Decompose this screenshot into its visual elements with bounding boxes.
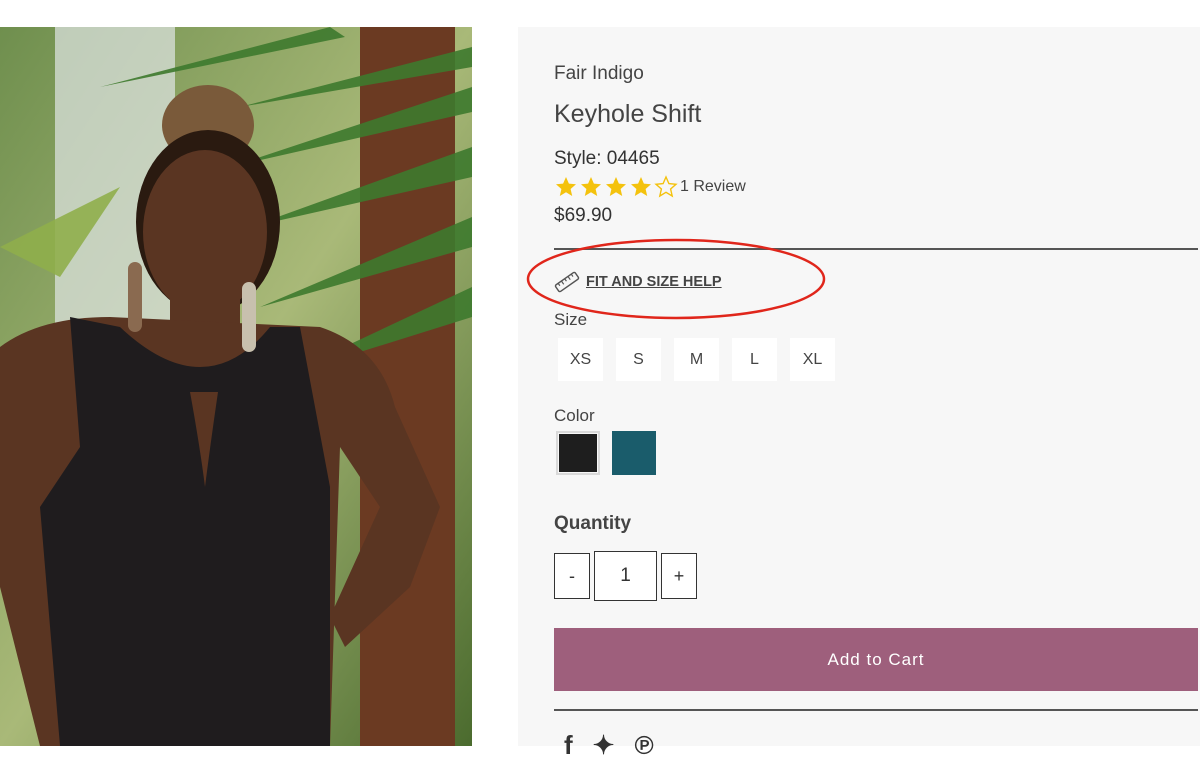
quantity-decrease-button[interactable]: - — [554, 553, 590, 599]
pinterest-icon[interactable]: ℗ — [634, 732, 653, 758]
product-photo[interactable] — [0, 27, 472, 746]
size-options: XS S M L XL — [558, 338, 835, 381]
product-price: $69.90 — [554, 205, 613, 226]
twitter-icon[interactable]: ✦ — [593, 732, 615, 758]
product-rating[interactable]: 1 Review — [554, 175, 746, 199]
product-info-panel: Fair Indigo Keyhole Shift Style: 04465 1… — [518, 27, 1200, 758]
size-option-s[interactable]: S — [616, 338, 661, 381]
star-rating — [554, 175, 678, 199]
size-option-l[interactable]: L — [732, 338, 777, 381]
quantity-stepper: - + — [554, 551, 697, 601]
star-filled-icon — [606, 177, 626, 196]
color-label: Color — [554, 406, 595, 425]
fit-and-size-help-link[interactable]: FIT AND SIZE HELP — [554, 269, 722, 295]
star-filled-icon — [581, 177, 601, 196]
color-options — [556, 431, 656, 475]
quantity-input[interactable] — [594, 551, 657, 601]
divider — [554, 248, 1198, 250]
quantity-label: Quantity — [554, 513, 632, 534]
color-swatch-teal[interactable] — [612, 431, 656, 475]
star-filled-icon — [556, 177, 576, 196]
size-option-m[interactable]: M — [674, 338, 719, 381]
facebook-icon[interactable]: f — [564, 732, 573, 758]
star-filled-icon — [631, 177, 651, 196]
product-style-number: Style: 04465 — [554, 148, 660, 169]
divider — [554, 709, 1198, 711]
size-option-xs[interactable]: XS — [558, 338, 603, 381]
quantity-increase-button[interactable]: + — [661, 553, 697, 599]
color-swatch-black[interactable] — [556, 431, 600, 475]
add-to-cart-button[interactable]: Add to Cart — [554, 628, 1198, 691]
product-brand[interactable]: Fair Indigo — [554, 63, 644, 85]
review-count-link[interactable]: 1 Review — [680, 178, 746, 196]
fit-and-size-help-label: FIT AND SIZE HELP — [586, 274, 722, 290]
social-share-icons: f ✦ ℗ — [564, 732, 654, 758]
ruler-icon — [554, 271, 580, 293]
size-label: Size — [554, 310, 588, 329]
size-option-xl[interactable]: XL — [790, 338, 835, 381]
product-title: Keyhole Shift — [554, 100, 702, 128]
star-empty-icon — [654, 175, 678, 198]
